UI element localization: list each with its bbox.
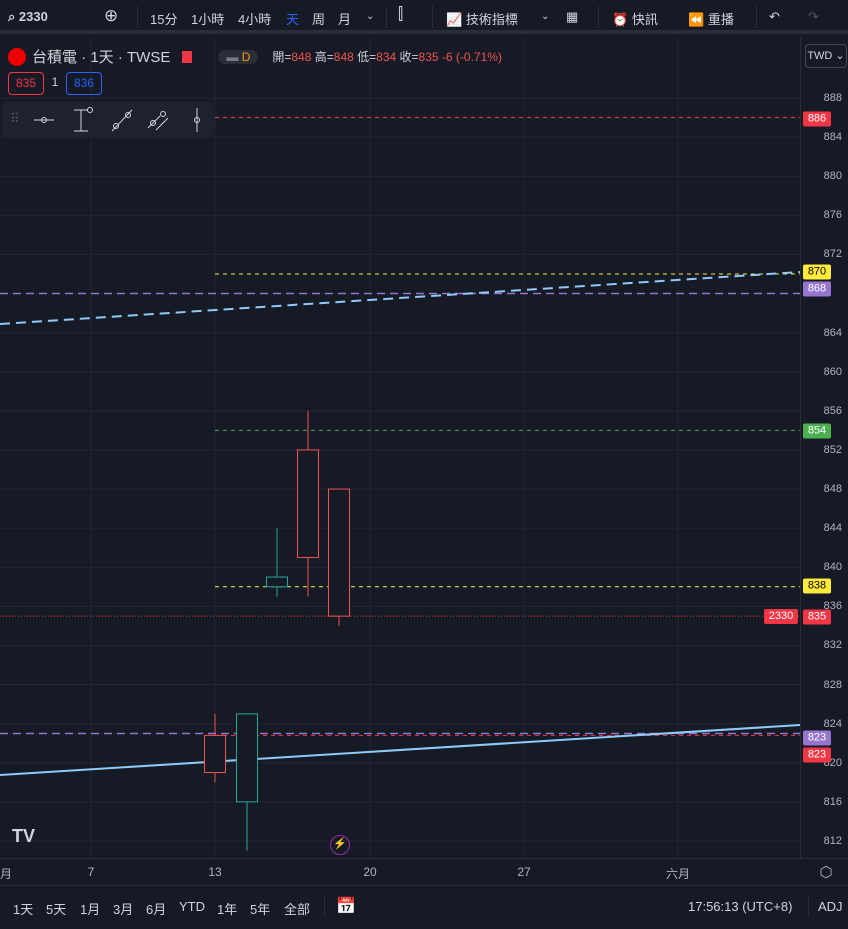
candle-body[interactable] [266, 576, 288, 588]
price-tick: 812 [823, 834, 842, 847]
candle-body[interactable] [204, 734, 226, 774]
spread-value: 1 [51, 75, 59, 89]
price-tag: 823 [803, 730, 831, 746]
interval-month[interactable]: 月 [338, 9, 351, 28]
range-all[interactable]: 全部 [284, 899, 310, 918]
drawing-toolbar: ⠿ [2, 102, 214, 138]
price-tick: 832 [823, 639, 842, 652]
redo-icon[interactable]: ↷ [808, 9, 819, 25]
range-5y[interactable]: 5年 [250, 899, 270, 918]
price-tag: 823 [803, 747, 831, 763]
market-status-badge: ▬ D [218, 49, 259, 64]
candle-body[interactable] [328, 488, 350, 617]
price-tick: 852 [823, 443, 842, 456]
add-compare-icon[interactable]: ⊕ [104, 6, 118, 26]
price-tick: 824 [823, 717, 842, 730]
candle-body[interactable] [236, 713, 258, 803]
alert-label: 快訊 [631, 12, 658, 27]
undo-icon[interactable]: ↶ [769, 9, 780, 25]
range-5d[interactable]: 5天 [46, 899, 66, 918]
tradingview-logo[interactable]: TV [12, 826, 35, 847]
price-tick: 880 [823, 170, 842, 183]
trend-line[interactable] [0, 271, 800, 325]
range-1m[interactable]: 1月 [80, 899, 100, 918]
x-tick: 7 [87, 865, 95, 879]
adjustment-toggle[interactable]: ADJ [818, 899, 843, 914]
indicators-dropdown-icon[interactable]: ⌄ [541, 11, 549, 22]
go-to-date-icon[interactable]: 📅 [336, 896, 356, 916]
settings-icon[interactable]: ⬡ [819, 863, 832, 881]
candle-body[interactable] [297, 449, 319, 558]
company-logo [8, 47, 26, 66]
x-tick: 27 [517, 865, 531, 879]
parallel-channel-tool-icon[interactable] [147, 111, 169, 131]
price-tick: 844 [823, 522, 842, 535]
price-tag: 835 [803, 609, 831, 625]
price-tick: 840 [823, 561, 842, 574]
price-tag: 868 [803, 281, 831, 297]
symbol-price-tag: 2330 [764, 609, 798, 624]
chart-legend: 台積電 · 1天 · TWSE ▬ D 開=848 高=848 低=834 收=… [8, 46, 502, 67]
range-3m[interactable]: 3月 [113, 899, 133, 918]
time-axis[interactable]: 月 7 13 20 27 六月 ⬡ [0, 858, 848, 886]
price-range-tool-icon[interactable] [74, 107, 93, 132]
indicators-label: 技術指標 [465, 12, 518, 27]
x-tick: 13 [208, 865, 222, 879]
bottom-toolbar: 1天 5天 1月 3月 6月 YTD 1年 5年 全部 📅 17:56:13 (… [0, 887, 848, 925]
interval-4h[interactable]: 4小時 [238, 9, 271, 28]
flag-icon[interactable] [182, 50, 193, 63]
x-tick: 20 [363, 865, 377, 879]
horizontal-ray-tool-icon[interactable] [34, 117, 54, 123]
price-tick: 864 [823, 326, 842, 339]
symbol-search[interactable]: ⌕ 2330 [8, 9, 48, 25]
price-tick: 816 [823, 795, 842, 808]
currency-select[interactable]: TWD ⌄ [805, 44, 847, 68]
price-tag: 870 [803, 264, 831, 280]
clock[interactable]: 17:56:13 (UTC+8) [688, 899, 792, 914]
replay-label: 重播 [707, 12, 734, 27]
interval-week[interactable]: 周 [312, 9, 325, 28]
price-tag: 854 [803, 423, 831, 439]
replay-button[interactable]: ⏪ 重播 [688, 9, 734, 28]
interval-15m[interactable]: 15分 [150, 9, 177, 28]
price-chart[interactable] [0, 38, 800, 858]
vertical-line-tool-icon[interactable] [194, 108, 200, 132]
price-tag: 886 [803, 111, 831, 127]
range-1d[interactable]: 1天 [13, 899, 33, 918]
x-tick: 六月 [665, 867, 691, 881]
price-tick: 884 [823, 131, 842, 144]
top-toolbar: ⌕ 2330 ⊕ 15分 1小時 4小時 天 周 月 ⌄ ⫿ 📈 技術指標 ⌄ … [0, 0, 848, 34]
price-tick: 888 [823, 92, 842, 104]
price-tick: 872 [823, 248, 842, 261]
alert-button[interactable]: ⏰ 快訊 [612, 9, 658, 28]
range-ytd[interactable]: YTD [179, 899, 205, 914]
interval-1h[interactable]: 1小時 [191, 9, 224, 28]
event-marker-icon[interactable]: ⚡ [330, 835, 350, 855]
candles-icon[interactable]: ⫿ [398, 6, 403, 24]
sell-button[interactable]: 835 [8, 72, 44, 95]
trend-line[interactable] [0, 724, 800, 776]
price-tick: 856 [823, 404, 842, 417]
price-tick: 876 [823, 209, 842, 222]
range-6m[interactable]: 6月 [146, 899, 166, 918]
trend-line-tool-icon[interactable] [111, 109, 133, 132]
layout-grid-icon[interactable]: ▦ [566, 9, 578, 25]
price-tag: 838 [803, 578, 831, 594]
indicators-button[interactable]: 📈 技術指標 [446, 9, 518, 28]
price-tick: 828 [823, 678, 842, 691]
range-1y[interactable]: 1年 [217, 899, 237, 918]
x-tick: 月 [0, 867, 13, 881]
symbol-title: 台積電 · 1天 · TWSE [32, 49, 171, 66]
interval-1d[interactable]: 天 [286, 9, 299, 28]
price-tick: 848 [823, 483, 842, 496]
price-tick: 860 [823, 365, 842, 378]
buy-button[interactable]: 836 [66, 72, 102, 95]
interval-dropdown-icon[interactable]: ⌄ [366, 11, 374, 22]
ohlc-values: 開=848 高=848 低=834 收=835 -6 (-0.71%) [272, 50, 502, 64]
